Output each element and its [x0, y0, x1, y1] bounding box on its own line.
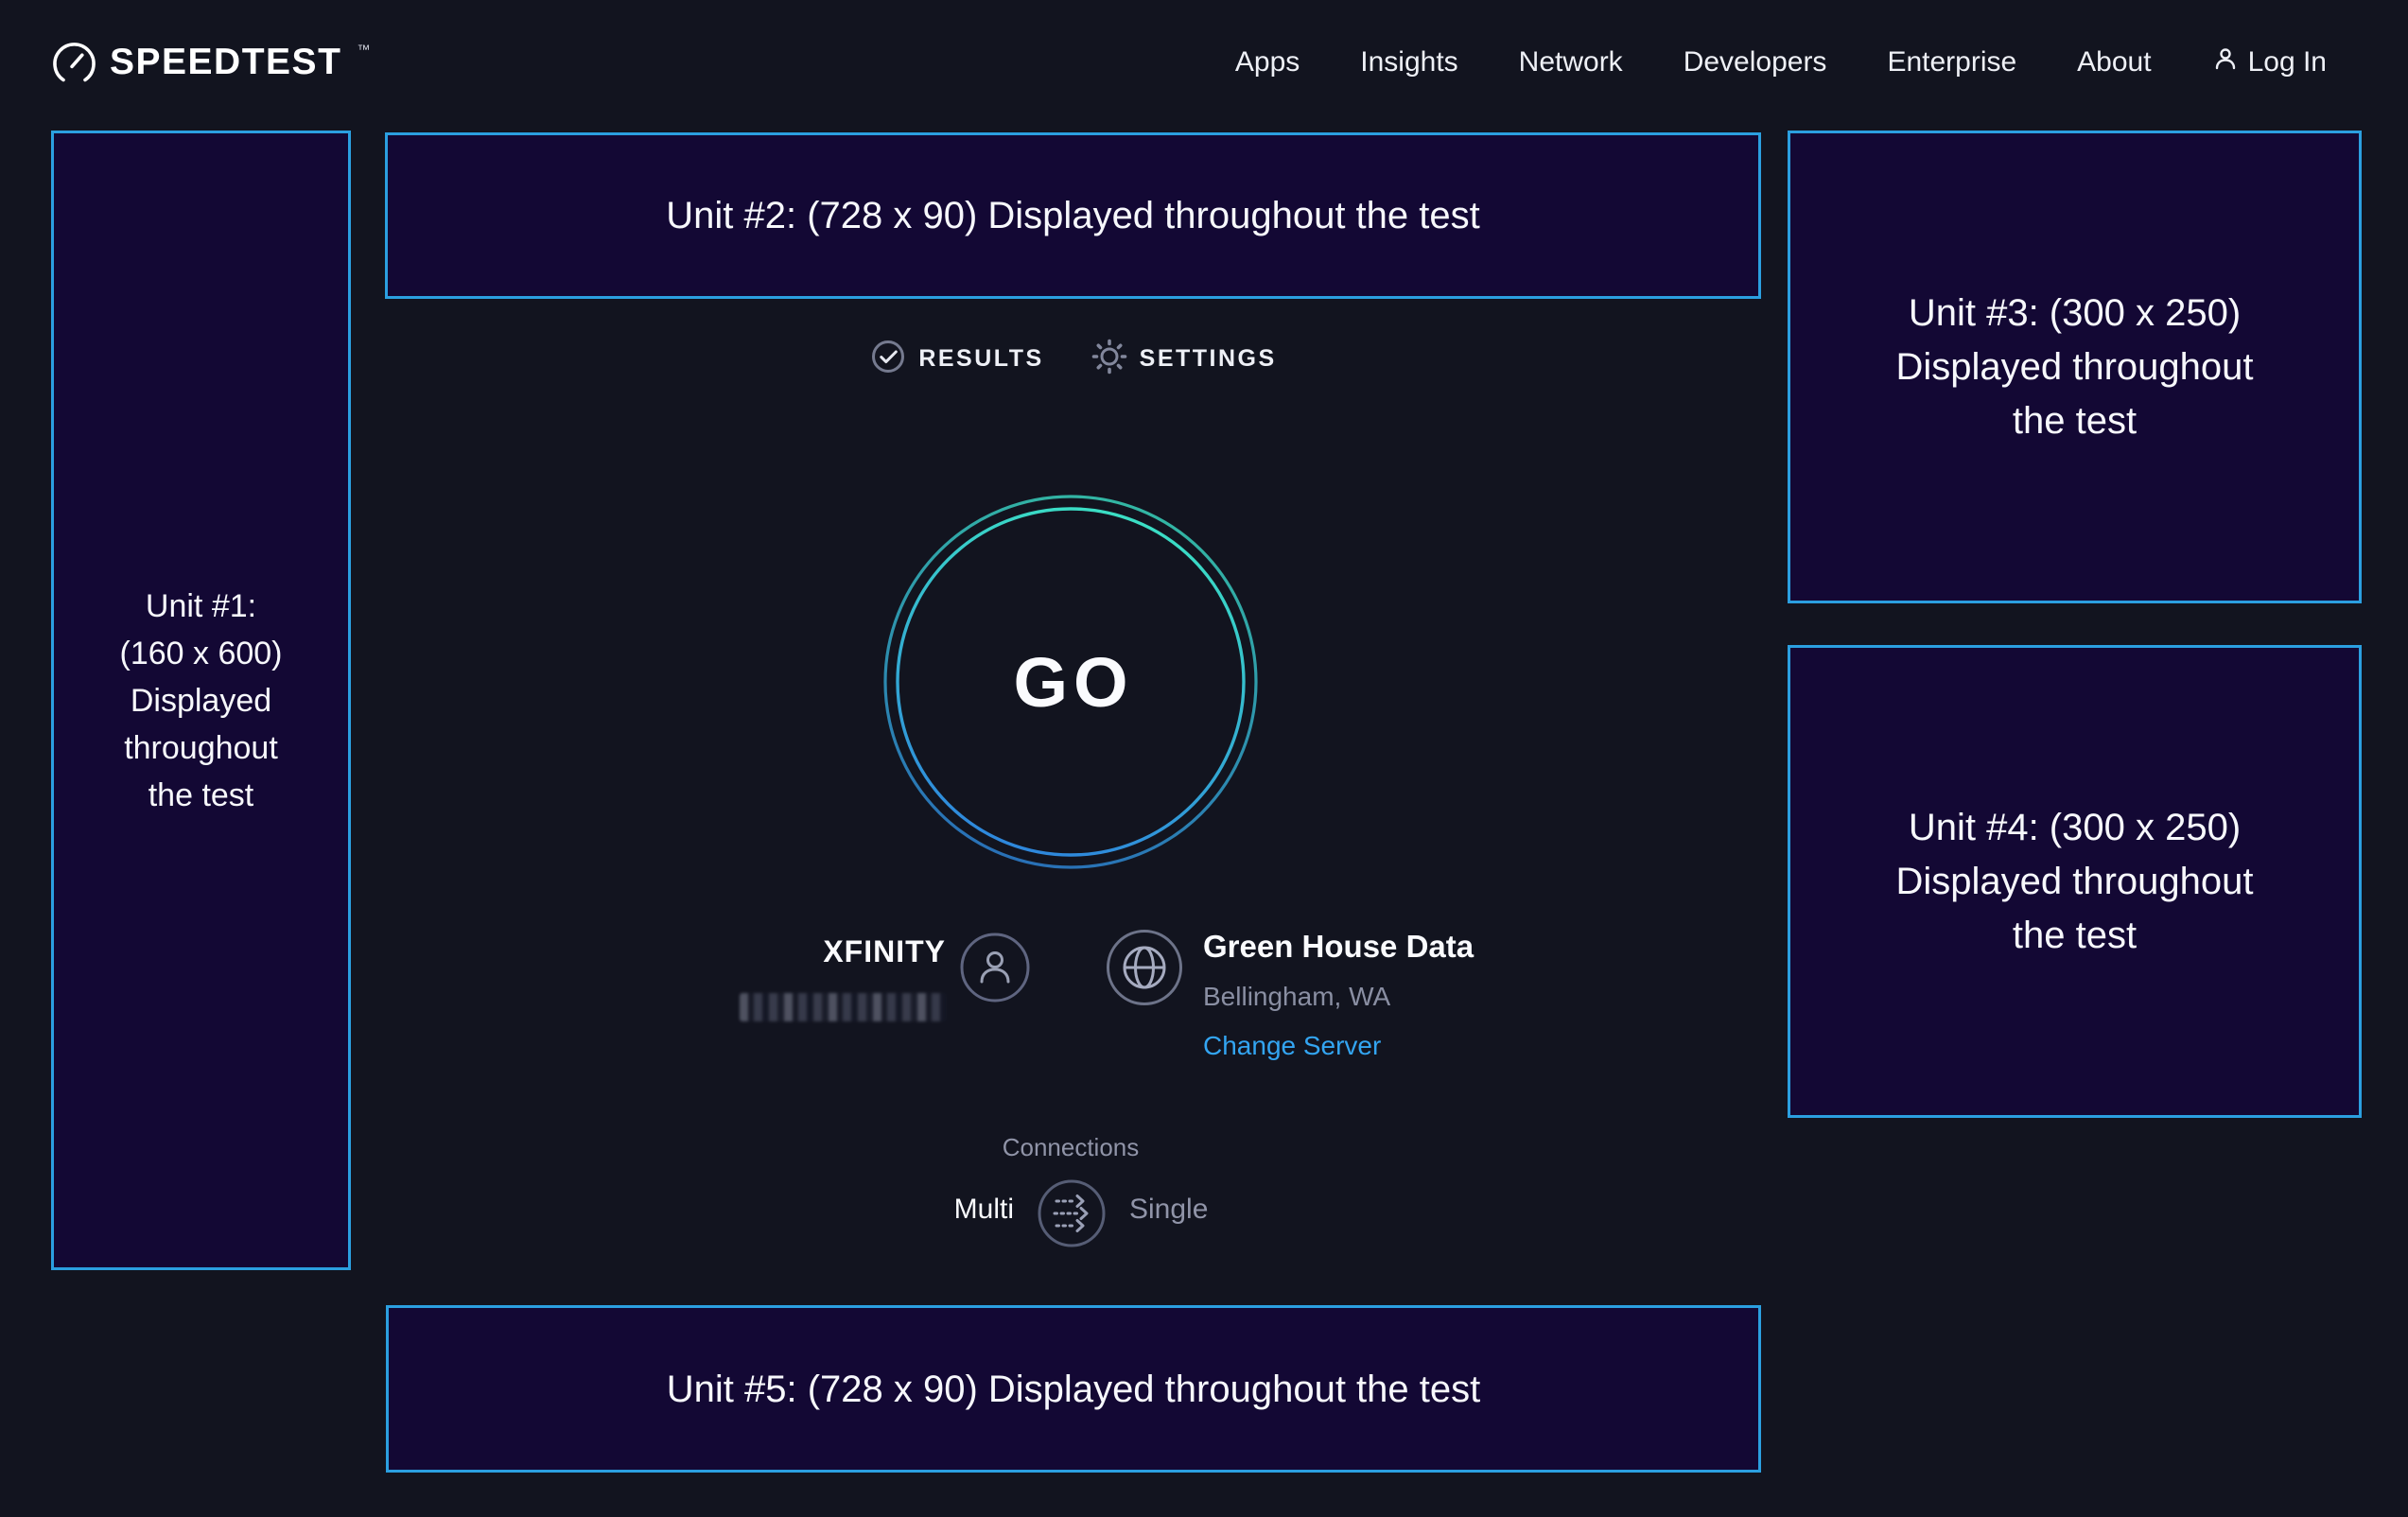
tab-results-label: RESULTS [918, 345, 1043, 373]
nav-item-insights[interactable]: Insights [1360, 46, 1457, 78]
ad-text: the test [2013, 909, 2137, 963]
connections-multi-label[interactable]: Multi [825, 1194, 1014, 1226]
ad-unit-5[interactable]: Unit #5: (728 x 90) Displayed throughout… [386, 1305, 1761, 1473]
ad-unit-4[interactable]: Unit #4: (300 x 250) Displayed throughou… [1788, 645, 2362, 1118]
server-info: Green House Data Bellingham, WA Change S… [1203, 929, 1474, 1061]
ad-text: the test [2013, 394, 2137, 448]
ad-unit-2[interactable]: Unit #2: (728 x 90) Displayed throughout… [385, 132, 1761, 299]
ad-text: Displayed throughout [1895, 855, 2253, 909]
connections-single-label[interactable]: Single [1129, 1194, 1318, 1226]
tab-settings-label: SETTINGS [1140, 345, 1277, 373]
trademark-mark: ™ [357, 42, 370, 57]
connections-toggle[interactable] [1037, 1178, 1107, 1251]
nav-item-developers[interactable]: Developers [1684, 46, 1827, 78]
ad-text: Unit #1: [146, 583, 256, 630]
change-server-link[interactable]: Change Server [1203, 1031, 1474, 1061]
tab-settings[interactable]: SETTINGS [1091, 339, 1277, 379]
go-button[interactable]: GO [881, 493, 1260, 871]
nav-item-apps[interactable]: Apps [1235, 46, 1300, 78]
tabs-row: RESULTS SETTINGS [386, 339, 1761, 379]
gear-icon [1091, 339, 1127, 379]
globe-circle-icon [1105, 928, 1184, 1012]
ad-text: (160 x 600) [120, 630, 283, 677]
tab-results[interactable]: RESULTS [870, 339, 1043, 379]
person-icon [2212, 45, 2239, 79]
login-link[interactable]: Log In [2212, 45, 2327, 79]
triple-arrow-circle-icon [1037, 1237, 1107, 1251]
ad-text: Unit #3: (300 x 250) [1909, 287, 2241, 340]
ad-text: Unit #2: (728 x 90) Displayed throughout… [666, 191, 1480, 240]
brand-name: SPEEDTEST [110, 40, 341, 85]
isp-name: XFINITY [700, 934, 946, 969]
ad-text: the test [148, 772, 254, 819]
go-label: GO [881, 493, 1260, 871]
person-circle-icon [959, 932, 1031, 1008]
server-location: Bellingham, WA [1203, 982, 1474, 1012]
connections-title: Connections [952, 1133, 1189, 1162]
ad-unit-3[interactable]: Unit #3: (300 x 250) Displayed throughou… [1788, 131, 2362, 603]
login-label: Log In [2248, 46, 2327, 78]
check-circle-icon [870, 339, 906, 379]
nav-item-about[interactable]: About [2077, 46, 2151, 78]
ad-unit-1[interactable]: Unit #1: (160 x 600) Displayed throughou… [51, 131, 351, 1270]
gauge-icon [52, 40, 96, 86]
nav-item-enterprise[interactable]: Enterprise [1887, 46, 2016, 78]
main-nav: Apps Insights Network Developers Enterpr… [1235, 45, 2327, 79]
ad-text: Displayed [131, 677, 271, 724]
ad-text: Unit #4: (300 x 250) [1909, 801, 2241, 855]
ad-text: Unit #5: (728 x 90) Displayed throughout… [667, 1365, 1481, 1414]
top-nav: SPEEDTEST ™ Apps Insights Network Develo… [0, 0, 2408, 125]
server-name: Green House Data [1203, 929, 1474, 965]
ad-text: Displayed throughout [1895, 340, 2253, 394]
redacted-ip-address [740, 993, 946, 1021]
nav-item-network[interactable]: Network [1519, 46, 1623, 78]
speedtest-logo[interactable]: SPEEDTEST ™ [52, 40, 370, 86]
ad-text: throughout [124, 724, 278, 772]
